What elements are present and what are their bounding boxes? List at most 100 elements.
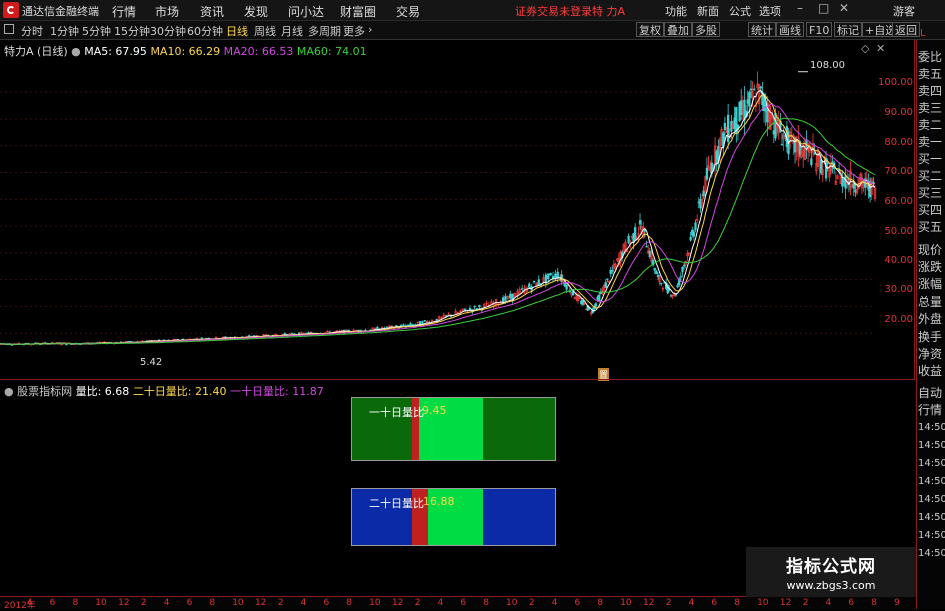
sidebar-item[interactable]: 14:50	[918, 511, 945, 525]
f10-button[interactable]: F10	[806, 22, 833, 37]
multi-stock-button[interactable]: 多股	[692, 22, 720, 37]
sidebar-item[interactable]: 卖四	[918, 84, 942, 98]
adjust-button[interactable]: 复权	[636, 22, 664, 37]
candle-body	[679, 276, 682, 278]
draw-line-button[interactable]: 画线	[776, 22, 804, 37]
x-tick-label: 10	[757, 598, 769, 608]
close-icon[interactable]: ✕	[839, 1, 849, 15]
period-more[interactable]: 更多	[343, 23, 365, 39]
period-5min[interactable]: 5分钟	[82, 23, 111, 39]
sidebar-item[interactable]: 行情	[918, 403, 942, 417]
sidebar-item[interactable]: 卖二	[918, 118, 942, 132]
period-60min[interactable]: 60分钟	[187, 23, 223, 39]
login-warning[interactable]: 证券交易未登录	[515, 3, 592, 19]
period-intraday[interactable]: 分时	[21, 23, 43, 39]
maximize-icon[interactable]: □	[818, 1, 829, 15]
sidebar-item[interactable]: 14:50	[918, 529, 945, 543]
sidebar-item[interactable]: 14:50	[918, 421, 945, 435]
watermark-url: www.zbgs3.com	[786, 579, 876, 592]
sidebar-item[interactable]: 卖一	[918, 135, 942, 149]
candle-body	[594, 303, 598, 307]
sidebar-item[interactable]: 换手	[918, 330, 942, 344]
indicator-settings-icon[interactable]: ●	[4, 385, 14, 398]
indicator-name[interactable]: 股票指标网	[17, 385, 72, 398]
sidebar-item[interactable]: 总量	[918, 295, 942, 309]
menu-news[interactable]: 资讯	[200, 3, 224, 20]
candle-body	[749, 88, 753, 91]
menu-wealth[interactable]: 财富圈	[340, 3, 376, 20]
period-daily[interactable]: 日线	[226, 23, 248, 39]
x-tick-label: 4	[825, 598, 832, 608]
menu-function[interactable]: 功能	[665, 3, 687, 19]
menu-options[interactable]: 选项	[759, 3, 781, 19]
menu-new-page[interactable]: 新面	[697, 3, 719, 19]
candle-body	[676, 285, 679, 288]
x-tick-label: 4	[300, 598, 307, 608]
candle-body	[407, 324, 410, 326]
candle-body	[604, 282, 607, 288]
ma60-line	[0, 117, 876, 345]
sidebar-item[interactable]: 买二	[918, 169, 942, 183]
candle-body	[705, 167, 709, 180]
sidebar-item[interactable]: 委比	[918, 50, 942, 64]
x-tick-label: 8	[483, 598, 489, 608]
candle-body	[528, 283, 531, 288]
sidebar-item[interactable]: 现价	[918, 243, 942, 257]
sidebar-item[interactable]: 买一	[918, 152, 942, 166]
sidebar-item[interactable]: 净资	[918, 347, 942, 361]
more-arrow-icon[interactable]: ›	[368, 23, 372, 36]
candle-body	[409, 323, 412, 326]
x-tick-label: 10	[95, 598, 107, 608]
back-button[interactable]: 返回	[892, 22, 920, 37]
candle-body	[509, 293, 512, 299]
candle-body	[478, 304, 481, 308]
sidebar-item[interactable]: 14:50	[918, 457, 945, 471]
candle-body	[345, 329, 348, 331]
period-monthly[interactable]: 月线	[281, 23, 303, 39]
candle-body	[748, 91, 751, 107]
sidebar-item[interactable]: 卖五	[918, 67, 942, 81]
menu-discover[interactable]: 发现	[244, 3, 268, 20]
mark-button[interactable]: 标记	[834, 22, 862, 37]
sidebar-item[interactable]: 卖三	[918, 101, 942, 115]
x-tick-label: 6	[848, 598, 855, 608]
sidebar-item[interactable]: 买四	[918, 203, 942, 217]
sidebar-collapse-icon[interactable]: L	[920, 28, 926, 39]
menu-ask[interactable]: 问小达	[288, 3, 324, 20]
period-15min[interactable]: 15分钟	[114, 23, 150, 39]
y-tick-label: 40.00	[884, 255, 913, 266]
sidebar-item[interactable]: 涨幅	[918, 277, 942, 291]
menu-trade[interactable]: 交易	[396, 3, 420, 20]
minimize-icon[interactable]: –	[797, 1, 803, 15]
x-tick-label: 6	[711, 598, 718, 608]
user-label[interactable]: 游客	[893, 3, 915, 19]
sidebar-item[interactable]: 买三	[918, 186, 942, 200]
menu-market[interactable]: 市场	[155, 3, 179, 20]
layout-icon[interactable]	[4, 24, 14, 34]
sidebar-item[interactable]: 外盘	[918, 312, 942, 326]
menu-formula[interactable]: 公式	[729, 3, 751, 19]
x-tick-label: 8	[72, 598, 79, 608]
candle-body	[468, 308, 472, 311]
overlay-button[interactable]: 叠加	[664, 22, 692, 37]
sidebar-item[interactable]: 收益	[918, 364, 942, 378]
x-axis	[0, 596, 915, 610]
sidebar-item[interactable]: 14:50	[918, 439, 945, 453]
sidebar-item[interactable]: 14:50	[918, 547, 945, 561]
sidebar-item[interactable]: 14:50	[918, 475, 945, 489]
candle-body	[723, 123, 727, 131]
period-weekly[interactable]: 周线	[254, 23, 276, 39]
stats-button[interactable]: 统计	[748, 22, 776, 37]
menu-quotes[interactable]: 行情	[112, 3, 136, 20]
y-tick-label: 50.00	[884, 226, 913, 237]
candle-body	[248, 335, 251, 337]
candlestick-chart[interactable]	[0, 40, 915, 378]
period-multi[interactable]: 多周期	[308, 23, 341, 39]
x-tick-label: 12	[255, 598, 267, 608]
sidebar-item[interactable]: 14:50	[918, 493, 945, 507]
sidebar-item[interactable]: 自动	[918, 386, 942, 400]
period-30min[interactable]: 30分钟	[150, 23, 186, 39]
sidebar-item[interactable]: 涨跌	[918, 260, 942, 274]
period-1min[interactable]: 1分钟	[50, 23, 79, 39]
sidebar-item[interactable]: 买五	[918, 220, 942, 234]
